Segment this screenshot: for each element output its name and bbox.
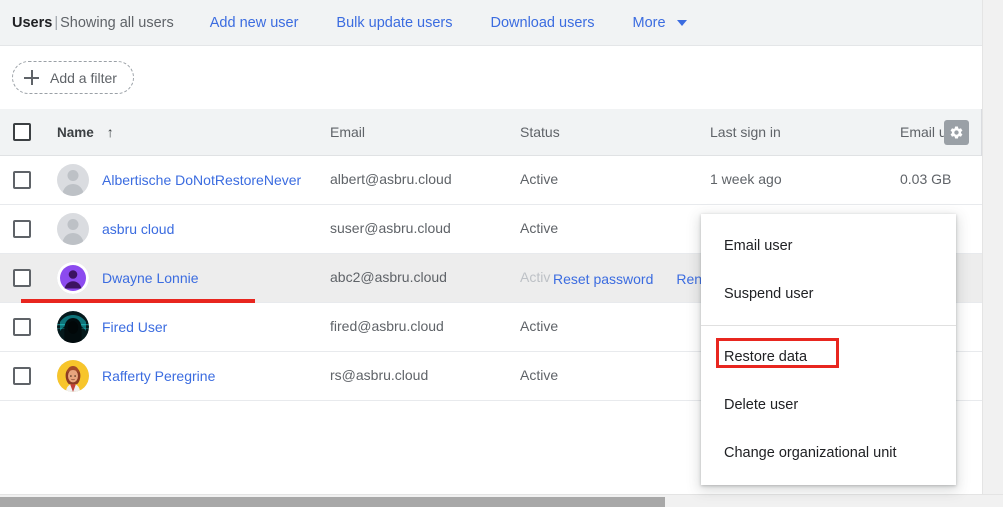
column-header-name[interactable]: Name ↑ xyxy=(57,125,330,140)
status-badge: Active xyxy=(520,171,558,187)
page-title-separator: | xyxy=(52,15,60,31)
add-new-user-link[interactable]: Add new user xyxy=(210,15,299,31)
filter-bar: Add a filter xyxy=(0,46,982,109)
row-checkbox[interactable] xyxy=(13,367,31,385)
select-all-cell xyxy=(0,123,57,141)
column-header-name-label: Name ↑ xyxy=(57,125,114,140)
row-checkbox[interactable] xyxy=(13,220,31,238)
more-menu-button[interactable]: More xyxy=(632,15,686,31)
row-status-cell: Active xyxy=(520,171,710,189)
row-checkbox[interactable] xyxy=(13,318,31,336)
user-email: albert@asbru.cloud xyxy=(330,171,452,187)
row-email-cell: fired@asbru.cloud xyxy=(330,318,520,336)
row-email-cell: albert@asbru.cloud xyxy=(330,171,520,189)
menu-item-label: Email user xyxy=(724,238,793,254)
menu-item-delete-user[interactable]: Delete user xyxy=(701,381,956,429)
table-row[interactable]: Albertische DoNotRestoreNever albert@asb… xyxy=(0,156,982,205)
user-name-link[interactable]: asbru cloud xyxy=(102,221,174,237)
row-select-cell xyxy=(0,318,57,336)
bulk-update-users-link[interactable]: Bulk update users xyxy=(336,15,452,31)
gear-icon[interactable] xyxy=(944,120,969,145)
row-email-usage-cell: 0.03 GB xyxy=(900,171,992,189)
table-header-row: Name ↑ Email Status Last sign in Email u xyxy=(0,109,982,156)
user-email: abc2@asbru.cloud xyxy=(330,269,447,285)
menu-item-label: Delete user xyxy=(724,397,798,413)
user-email: suser@asbru.cloud xyxy=(330,220,451,236)
purple-person-avatar xyxy=(57,262,89,294)
row-select-cell xyxy=(0,367,57,385)
row-select-cell xyxy=(0,171,57,189)
column-header-email[interactable]: Email xyxy=(330,124,520,140)
column-header-last-sign-in-text: Last sign in xyxy=(710,124,900,140)
status-badge: Active xyxy=(520,220,558,236)
row-name-cell: Rafferty Peregrine xyxy=(57,360,330,392)
menu-divider xyxy=(701,325,956,326)
row-name-cell: Fired User xyxy=(57,311,330,343)
column-header-last-sign-in[interactable]: Last sign in xyxy=(710,124,900,140)
toolbar-actions: Add new user Bulk update users Download … xyxy=(210,15,687,31)
menu-item-restore-data[interactable]: Restore data xyxy=(701,333,956,381)
top-toolbar: Users|Showing all users Add new user Bul… xyxy=(0,0,982,46)
hacker-hoodie-avatar xyxy=(57,311,89,343)
add-filter-button[interactable]: Add a filter xyxy=(12,61,134,94)
row-last-sign-in-cell: 1 week ago xyxy=(710,171,900,189)
add-filter-label: Add a filter xyxy=(50,70,117,86)
user-name-link[interactable]: Fired User xyxy=(102,319,167,335)
row-status-cell: Active xyxy=(520,318,710,336)
vertical-scrollbar[interactable] xyxy=(982,0,1003,494)
page-title-secondary: Showing all users xyxy=(60,15,174,31)
row-select-cell xyxy=(0,269,57,287)
last-sign-in-value: 1 week ago xyxy=(710,171,782,187)
annotation-underline xyxy=(21,299,255,303)
page-title-primary: Users xyxy=(12,15,52,31)
menu-item-suspend-user[interactable]: Suspend user xyxy=(701,270,956,318)
column-header-name-text: Name xyxy=(57,125,94,140)
select-all-checkbox[interactable] xyxy=(13,123,31,141)
row-status-cell: Active xyxy=(520,367,710,385)
more-label: More xyxy=(632,15,665,31)
user-email: fired@asbru.cloud xyxy=(330,318,444,334)
user-name-link[interactable]: Dwayne Lonnie xyxy=(102,270,199,286)
menu-item-label: Suspend user xyxy=(724,286,813,302)
woman-cartoon-avatar xyxy=(57,360,89,392)
row-select-cell xyxy=(0,220,57,238)
horizontal-scrollbar[interactable] xyxy=(0,494,1003,507)
email-usage-value: 0.03 GB xyxy=(900,171,951,187)
generic-avatar xyxy=(57,213,89,245)
menu-item-label: Change organizational unit xyxy=(724,445,897,461)
row-email-cell: suser@asbru.cloud xyxy=(330,220,520,238)
page-title: Users|Showing all users xyxy=(12,15,174,31)
status-badge: Active xyxy=(520,367,558,383)
generic-avatar xyxy=(57,164,89,196)
status-badge: Activ xyxy=(520,269,550,285)
column-header-status[interactable]: Status xyxy=(520,124,710,140)
menu-item-label: Restore data xyxy=(724,349,807,365)
column-header-email-text: Email xyxy=(330,124,520,140)
user-actions-menu: Email user Suspend user Restore data Del… xyxy=(701,214,956,485)
row-checkbox[interactable] xyxy=(13,269,31,287)
menu-item-email-user[interactable]: Email user xyxy=(701,222,956,270)
row-checkbox[interactable] xyxy=(13,171,31,189)
row-name-cell: Dwayne Lonnie xyxy=(57,262,330,294)
column-header-status-text: Status xyxy=(520,124,710,140)
download-users-link[interactable]: Download users xyxy=(491,15,595,31)
reset-password-action[interactable]: Reset password xyxy=(553,271,653,287)
user-name-link[interactable]: Albertische DoNotRestoreNever xyxy=(102,172,301,188)
row-name-cell: Albertische DoNotRestoreNever xyxy=(57,164,330,196)
horizontal-scrollbar-thumb[interactable] xyxy=(0,497,665,507)
row-name-cell: asbru cloud xyxy=(57,213,330,245)
row-email-cell: abc2@asbru.cloud xyxy=(330,269,520,287)
plus-icon xyxy=(24,70,39,85)
user-email: rs@asbru.cloud xyxy=(330,367,428,383)
user-name-link[interactable]: Rafferty Peregrine xyxy=(102,368,215,384)
menu-item-change-organizational-unit[interactable]: Change organizational unit xyxy=(701,429,956,477)
sort-ascending-icon[interactable]: ↑ xyxy=(107,125,114,139)
row-email-cell: rs@asbru.cloud xyxy=(330,367,520,385)
status-badge: Active xyxy=(520,318,558,334)
row-status-cell: Active xyxy=(520,220,710,238)
chevron-down-icon xyxy=(677,20,687,26)
